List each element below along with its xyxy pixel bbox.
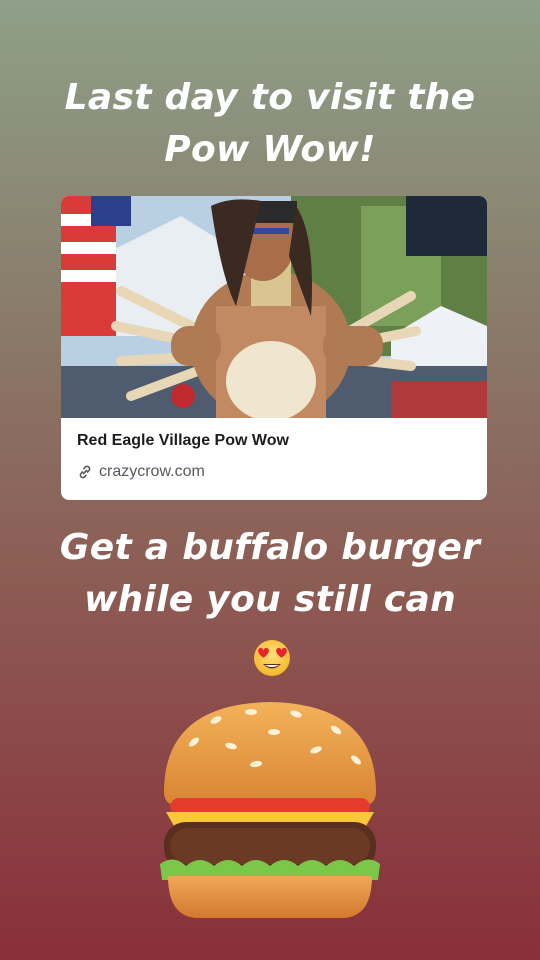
link-card-title: Red Eagle Village Pow Wow <box>77 432 289 449</box>
headline-top-line-2: Pow Wow! <box>164 129 376 170</box>
heart-eyes-emoji <box>254 640 290 676</box>
link-preview-image <box>61 196 487 418</box>
hamburger-emoji <box>160 702 380 918</box>
headline-bottom-line-2: while you still can <box>83 579 457 620</box>
story-canvas: Last day to visit the Pow Wow! Red Eagle… <box>0 0 540 960</box>
headline-bottom: Get a buffalo burger while you still can <box>0 522 540 626</box>
headline-top: Last day to visit the Pow Wow! <box>0 72 540 176</box>
link-sticker-card[interactable]: Red Eagle Village Pow Wow crazycrow.com <box>61 196 487 500</box>
headline-top-line-1: Last day to visit the <box>64 77 476 118</box>
link-card-url-row[interactable]: crazycrow.com <box>77 463 205 481</box>
link-card-domain: crazycrow.com <box>99 463 205 480</box>
link-icon <box>79 465 91 479</box>
headline-bottom-line-1: Get a buffalo burger <box>59 527 481 568</box>
pow-wow-dancer-photo <box>61 196 487 418</box>
